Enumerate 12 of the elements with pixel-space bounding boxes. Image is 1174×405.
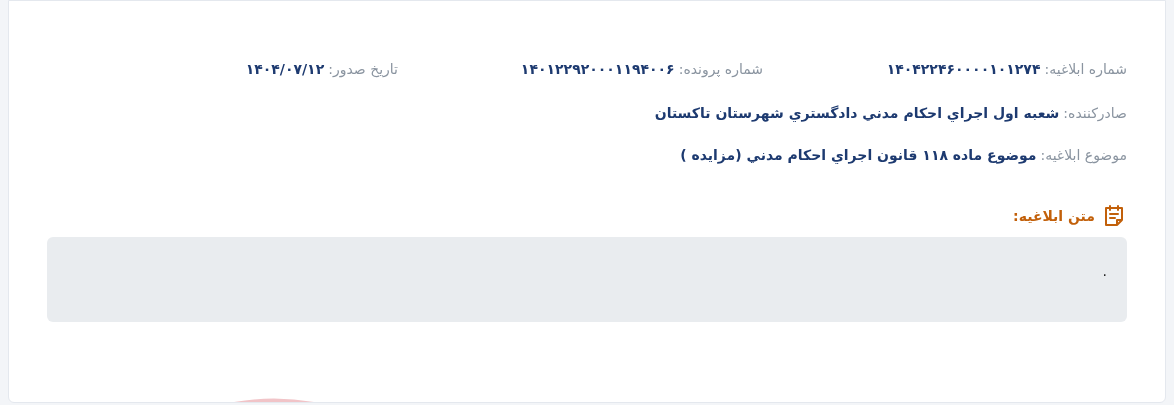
section-heading: متن ابلاغیه: xyxy=(1013,206,1095,227)
field-label: موضوع ابلاغیه: xyxy=(1040,145,1127,166)
notice-text: . xyxy=(1102,263,1107,279)
field-value: موضوع ماده ۱۱۸ قانون اجراي احكام مدني (مزايده ) xyxy=(680,145,1037,166)
field-label: تاریخ صدور: xyxy=(328,59,398,80)
field-value: شعبه اول اجراي احكام مدني دادگستري شهرستان تاكستان xyxy=(654,103,1060,124)
field-label: شماره ابلاغیه: xyxy=(1044,59,1127,80)
field-label: صادرکننده: xyxy=(1063,103,1127,124)
field-value: ۱۴۰۱۲۲۹۲۰۰۰۱۱۹۴۰۰۶ xyxy=(520,59,675,79)
field-value: ۱۴۰۴/۰۷/۱۲ xyxy=(245,59,325,79)
field-value: ۱۴۰۴۲۲۴۶۰۰۰۰۱۰۱۲۷۴ xyxy=(886,59,1041,79)
field-label: شماره پرونده: xyxy=(678,59,763,80)
